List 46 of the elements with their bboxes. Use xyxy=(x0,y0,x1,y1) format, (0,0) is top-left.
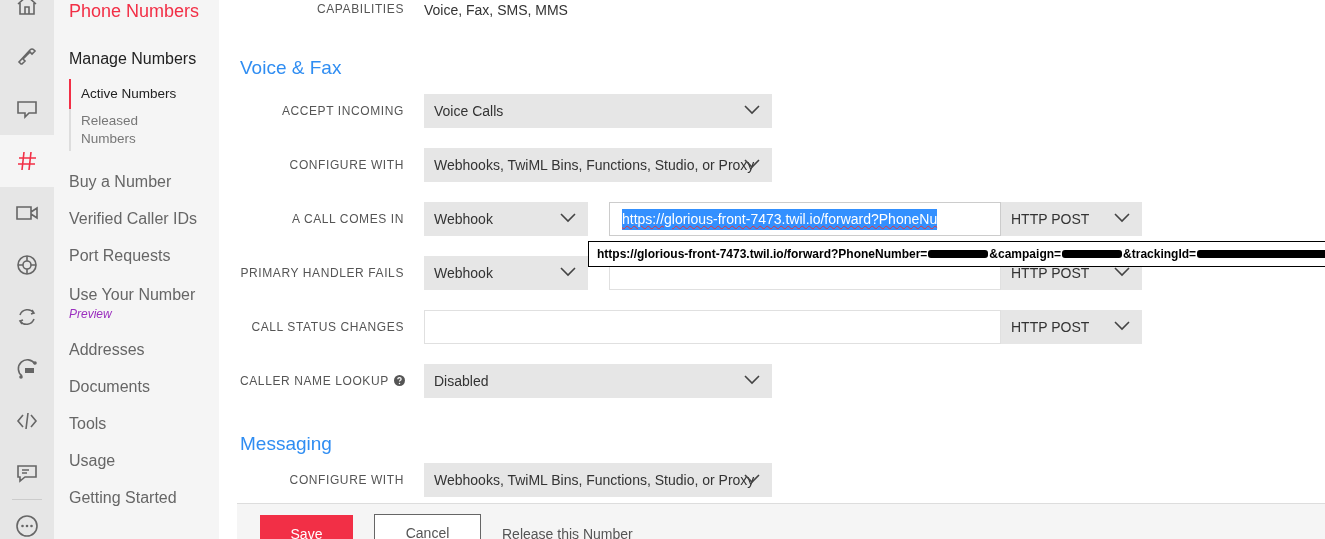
sidebar-item[interactable]: Port Requests xyxy=(69,243,219,268)
section-title: Voice & Fax xyxy=(240,56,343,80)
dropdown[interactable]: Webhook xyxy=(424,256,588,290)
sidebar-item[interactable]: Verified Caller IDs xyxy=(69,206,219,231)
dropdown[interactable]: Voice Calls xyxy=(424,94,772,128)
lifebuoy-icon[interactable] xyxy=(15,253,39,277)
sidebar-item[interactable]: Usage xyxy=(69,448,219,473)
dropdown[interactable]: HTTP POST xyxy=(1001,202,1142,236)
sidebar-item[interactable]: Documents xyxy=(69,374,219,399)
dropdown[interactable]: Webhooks, TwiML Bins, Functions, Studio, or Proxy xyxy=(424,463,772,497)
sidebar-subitem[interactable]: Active Numbers xyxy=(69,79,189,109)
dropdown[interactable]: HTTP POST xyxy=(1001,310,1142,344)
capabilities-value: Voice, Fax, SMS, MMS xyxy=(424,1,568,20)
url-field[interactable] xyxy=(424,310,1001,344)
preview-tag: Preview xyxy=(69,304,219,323)
field-label: CONFIGURE WITH xyxy=(289,158,404,172)
field-label: A CALL COMES IN xyxy=(292,212,404,226)
dropdown[interactable]: Webhooks, TwiML Bins, Functions, Studio, or Proxy xyxy=(424,148,772,182)
sidebar-item[interactable]: Addresses xyxy=(69,337,219,362)
save-button[interactable]: Save xyxy=(260,515,353,539)
url-tooltip: https://glorious-front-7473.twil.io/forward?PhoneNumber= &campaign= &trackingId= xyxy=(588,241,1325,267)
field-label: CAPABILITIES xyxy=(316,1,405,18)
sidebar-item[interactable]: Getting Started xyxy=(69,485,219,510)
more-icon[interactable] xyxy=(15,514,39,538)
field-label: CALLER NAME LOOKUP xyxy=(240,374,389,388)
sidebar-item[interactable]: Buy a Number xyxy=(69,169,219,194)
dropdown[interactable]: Disabled xyxy=(424,364,772,398)
redaction-mark xyxy=(1062,250,1123,258)
release-number-link[interactable]: Release this Number xyxy=(502,524,633,539)
home-icon[interactable] xyxy=(15,0,39,17)
help-icon[interactable] xyxy=(393,375,405,386)
dropdown[interactable]: Webhook xyxy=(424,202,588,236)
sidebar-item[interactable]: Tools xyxy=(69,411,219,436)
field-label: PRIMARY HANDLER FAILS xyxy=(240,266,404,280)
sip-icon[interactable] xyxy=(15,357,39,381)
redaction-mark xyxy=(928,250,989,258)
sidebar-item[interactable]: Use Your Number xyxy=(69,282,219,307)
cancel-button[interactable]: Cancel xyxy=(374,514,481,539)
field-label: CONFIGURE WITH xyxy=(289,473,404,487)
field-label: CALL STATUS CHANGES xyxy=(251,320,404,334)
section-title: Messaging xyxy=(240,432,333,456)
hash-icon[interactable] xyxy=(15,149,39,173)
sidebar-title: Phone Numbers xyxy=(69,0,201,22)
sidebar-section-link[interactable]: Manage Numbers xyxy=(69,47,219,71)
field-label: ACCEPT INCOMING xyxy=(281,104,404,118)
sidebar-subitem[interactable]: Released Numbers xyxy=(69,109,189,151)
